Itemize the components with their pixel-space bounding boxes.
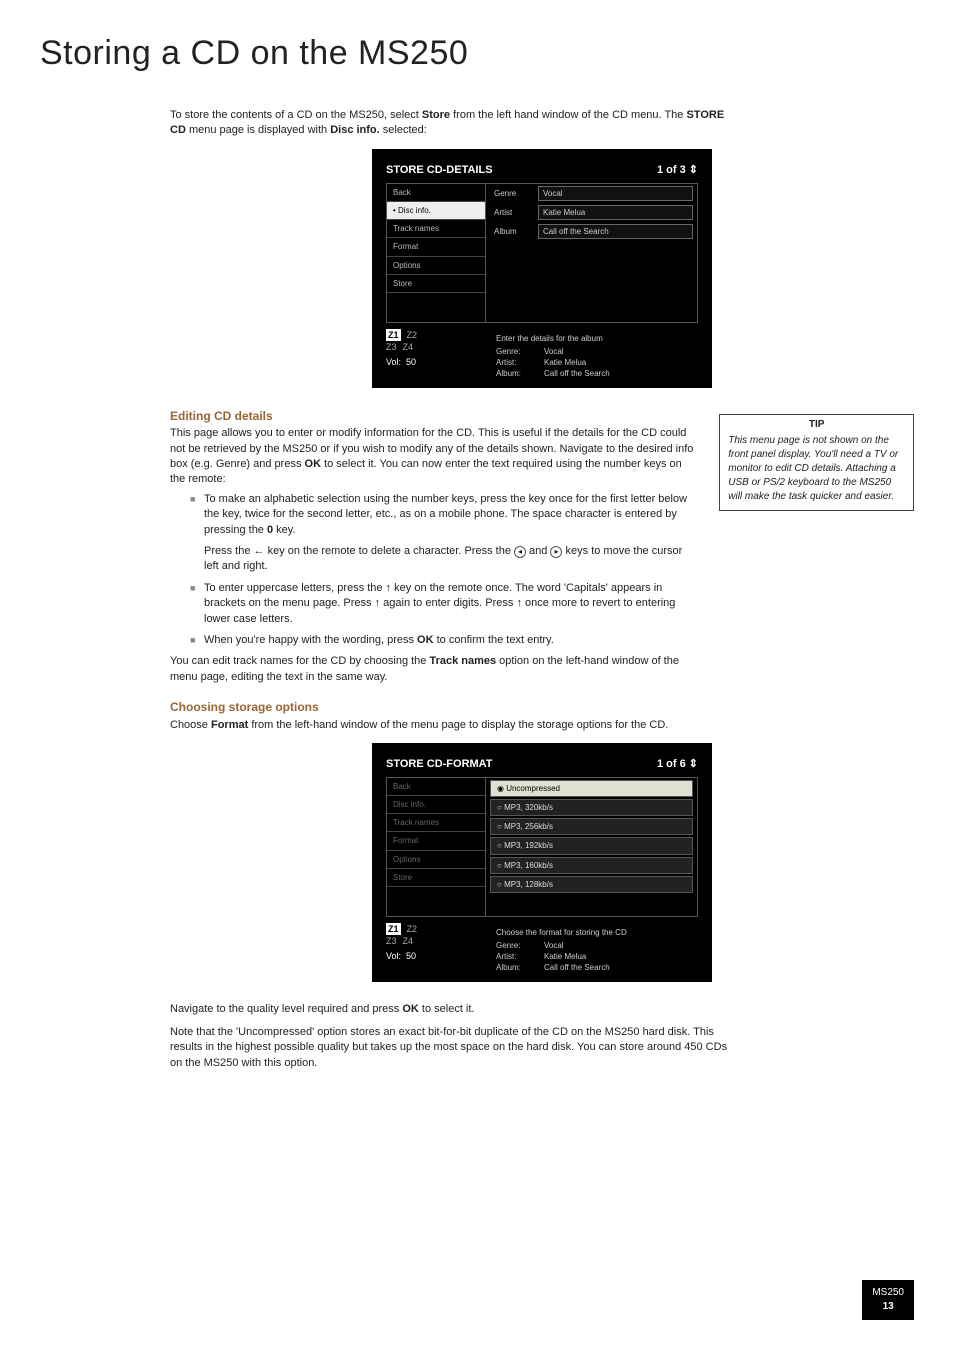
field-label-genre: Genre (490, 186, 534, 201)
zone-indicators: Z1 Z2 (386, 329, 486, 342)
screen-left-menu: Back Disc info. Track names Format Optio… (386, 777, 486, 917)
menu-item-disc-info[interactable]: • Disc info. (387, 202, 485, 220)
list-item: To make an alphabetic selection using th… (170, 492, 699, 575)
field-value-album[interactable]: Call off the Search (538, 224, 693, 239)
field-value-genre[interactable]: Vocal (538, 186, 693, 201)
screen-heading: STORE CD-DETAILS (386, 163, 493, 178)
menu-item-format[interactable]: Format (387, 238, 485, 256)
menu-item-store[interactable]: Store (387, 869, 485, 887)
menu-item-options[interactable]: Options (387, 257, 485, 275)
volume-display: Vol: 50 (386, 950, 486, 963)
screen-counter: 1 of 3 ⇕ (657, 163, 698, 178)
screen-heading: STORE CD-FORMAT (386, 757, 493, 772)
zone-z2: Z2 (407, 923, 418, 936)
list-item: When you're happy with the wording, pres… (170, 633, 699, 648)
format-option-mp3-192[interactable]: ○ MP3, 192kb/s (490, 837, 693, 854)
text: from the left hand window of the CD menu… (450, 109, 686, 121)
menu-item-format[interactable]: Format (387, 832, 485, 850)
zone-z4: Z4 (403, 341, 414, 354)
zone-indicators-2: Z3 Z4 (386, 935, 486, 948)
menu-item-store[interactable]: Store (387, 275, 485, 293)
bullet-list: To make an alphabetic selection using th… (170, 492, 699, 649)
menu-item-options[interactable]: Options (387, 851, 485, 869)
body-text: Choose Format from the left-hand window … (170, 718, 730, 733)
format-option-mp3-160[interactable]: ○ MP3, 160kb/s (490, 857, 693, 874)
help-text: Enter the details for the album (496, 329, 698, 346)
zone-z1: Z1 (386, 923, 401, 936)
page-title: Storing a CD on the MS250 (40, 30, 914, 78)
tip-body: This menu page is not shown on the front… (728, 435, 898, 502)
zone-z3: Z3 (386, 935, 397, 948)
screen-left-menu: Back • Disc info. Track names Format Opt… (386, 183, 486, 323)
format-option-uncompressed[interactable]: ◉ Uncompressed (490, 780, 693, 797)
page-model: MS250 (872, 1286, 904, 1300)
menu-item-track-names[interactable]: Track names (387, 220, 485, 238)
zone-z2: Z2 (407, 329, 418, 342)
field-label-artist: Artist (490, 205, 534, 220)
volume-display: Vol: 50 (386, 356, 486, 369)
zone-z3: Z3 (386, 341, 397, 354)
tip-heading: TIP (728, 418, 905, 432)
help-text: Choose the format for storing the CD (496, 923, 698, 940)
field-label-album: Album (490, 224, 534, 239)
body-text: This page allows you to enter or modify … (170, 426, 699, 488)
menu-item-back[interactable]: Back (387, 184, 485, 202)
device-screenshot-details: STORE CD-DETAILS 1 of 3 ⇕ Back • Disc in… (372, 149, 712, 387)
body-text: You can edit track names for the CD by c… (170, 654, 699, 685)
screen-right-pane: Genre Vocal Artist Katie Melua Album Call o… (486, 183, 698, 323)
field-value-artist[interactable]: Katie Melua (538, 205, 693, 220)
body-text: Note that the 'Uncompressed' option stor… (170, 1025, 730, 1071)
text: To store the contents of a CD on the MS2… (170, 109, 422, 121)
text-bold: Disc info. (330, 124, 380, 136)
zone-indicators: Z1 Z2 (386, 923, 486, 936)
page-number: 13 (872, 1300, 904, 1314)
section-heading-storage: Choosing storage options (170, 699, 730, 716)
page-number-badge: MS250 13 (862, 1280, 914, 1320)
body-text: Press the ← key on the remote to delete … (204, 544, 699, 575)
tip-box: TIP This menu page is not shown on the f… (719, 414, 914, 511)
menu-item-disc-info[interactable]: Disc info. (387, 796, 485, 814)
format-option-mp3-256[interactable]: ○ MP3, 256kb/s (490, 818, 693, 835)
section-heading-editing: Editing CD details (170, 408, 699, 425)
footer-meta: Genre:Vocal Artist:Katie Melua Album:Cal… (496, 940, 698, 974)
text-bold: Store (422, 109, 450, 121)
menu-item-back[interactable]: Back (387, 778, 485, 796)
text: menu page is displayed with (186, 124, 330, 136)
zone-z4: Z4 (403, 935, 414, 948)
screen-right-pane: ◉ Uncompressed ○ MP3, 320kb/s ○ MP3, 256… (486, 777, 698, 917)
screen-counter: 1 of 6 ⇕ (657, 757, 698, 772)
zone-z1: Z1 (386, 329, 401, 342)
intro-paragraph: To store the contents of a CD on the MS2… (170, 108, 730, 139)
device-screenshot-format: STORE CD-FORMAT 1 of 6 ⇕ Back Disc info.… (372, 743, 712, 981)
body-text: Navigate to the quality level required a… (170, 1002, 730, 1017)
menu-item-track-names[interactable]: Track names (387, 814, 485, 832)
zone-indicators-2: Z3 Z4 (386, 341, 486, 354)
list-item: To enter uppercase letters, press the ↑ … (170, 581, 699, 627)
text: selected: (380, 124, 427, 136)
format-option-mp3-320[interactable]: ○ MP3, 320kb/s (490, 799, 693, 816)
format-option-mp3-128[interactable]: ○ MP3, 128kb/s (490, 876, 693, 893)
right-arrow-icon: ▸ (550, 546, 562, 558)
footer-meta: Genre:Vocal Artist:Katie Melua Album:Cal… (496, 346, 698, 380)
left-arrow-icon: ◂ (514, 546, 526, 558)
